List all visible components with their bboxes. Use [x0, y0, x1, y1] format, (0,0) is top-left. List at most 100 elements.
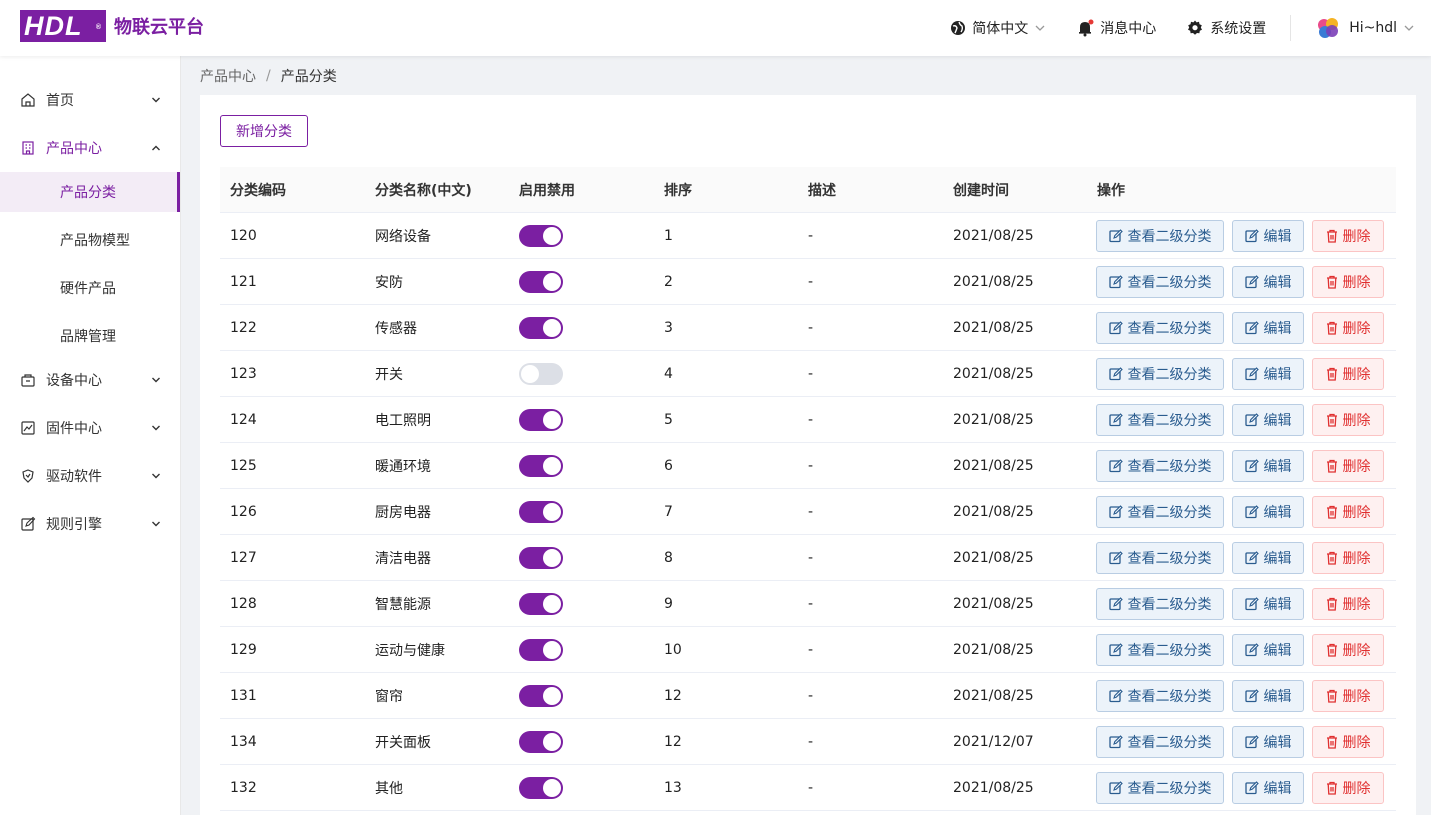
view-subcategory-button[interactable]: 查看二级分类: [1096, 541, 1224, 574]
message-center[interactable]: 消息中心: [1076, 18, 1156, 38]
enable-toggle[interactable]: [519, 546, 563, 569]
view-subcategory-button[interactable]: 查看二级分类: [1096, 403, 1224, 436]
delete-label: 删除: [1342, 688, 1371, 705]
enable-toggle[interactable]: [519, 270, 563, 293]
message-center-label: 消息中心: [1100, 21, 1157, 37]
edit-button[interactable]: 编辑: [1232, 219, 1304, 252]
view-subcategory-button[interactable]: 查看二级分类: [1096, 587, 1224, 620]
avatar: [1315, 15, 1341, 41]
sidebar-item-firmware-center[interactable]: 固件中心: [0, 404, 180, 452]
view-subcategory-button[interactable]: 查看二级分类: [1096, 311, 1224, 344]
sidebar-subitem-product-model[interactable]: 产品物模型: [0, 220, 180, 260]
cell-actions: 查看二级分类 编辑 删除: [1087, 495, 1396, 528]
add-category-button[interactable]: 新增分类: [220, 115, 308, 147]
delete-button[interactable]: 删除: [1312, 725, 1384, 758]
cell-description: -: [808, 641, 814, 658]
edit-button[interactable]: 编辑: [1232, 679, 1304, 712]
delete-button[interactable]: 删除: [1312, 449, 1384, 482]
sidebar-subitem-brand-management[interactable]: 品牌管理: [0, 316, 180, 356]
platform-name: 物联云平台: [114, 17, 204, 38]
sidebar-item-rule-engine[interactable]: 规则引擎: [0, 500, 180, 548]
view-subcategory-button[interactable]: 查看二级分类: [1096, 449, 1224, 482]
delete-button[interactable]: 删除: [1312, 541, 1384, 574]
edit-button[interactable]: 编辑: [1232, 725, 1304, 758]
enable-toggle[interactable]: [519, 316, 563, 339]
view-subcategory-button[interactable]: 查看二级分类: [1096, 495, 1224, 528]
edit-icon: [1244, 504, 1259, 518]
edit-icon: [1244, 734, 1259, 748]
edit-label: 编辑: [1263, 504, 1292, 521]
cell-code: 126: [230, 503, 257, 520]
delete-label: 删除: [1342, 734, 1371, 751]
edit-button[interactable]: 编辑: [1232, 633, 1304, 666]
edit-button[interactable]: 编辑: [1232, 495, 1304, 528]
sidebar-item-device-center[interactable]: 设备中心: [0, 356, 180, 404]
brand-logo[interactable]: HDL ® 物联云平台: [20, 10, 204, 42]
edit-label: 编辑: [1263, 320, 1292, 337]
trash-icon: [1326, 413, 1337, 427]
edit-button[interactable]: 编辑: [1232, 265, 1304, 298]
edit-button[interactable]: 编辑: [1232, 357, 1304, 390]
delete-label: 删除: [1342, 320, 1371, 337]
edit-button[interactable]: 编辑: [1232, 311, 1304, 344]
edit-icon: [1108, 228, 1123, 242]
enable-toggle[interactable]: [519, 224, 563, 247]
trash-icon: [1326, 597, 1337, 611]
enable-toggle[interactable]: [519, 408, 563, 431]
edit-button[interactable]: 编辑: [1232, 403, 1304, 436]
edit-button[interactable]: 编辑: [1232, 771, 1304, 804]
breadcrumb-parent[interactable]: 产品中心: [200, 66, 256, 86]
delete-button[interactable]: 删除: [1312, 219, 1384, 252]
sidebar-subitem-hardware-product[interactable]: 硬件产品: [0, 268, 180, 308]
enable-toggle[interactable]: [519, 638, 563, 661]
edit-icon: [1108, 734, 1123, 748]
view-subcategory-button[interactable]: 查看二级分类: [1096, 725, 1224, 758]
edit-icon: [1244, 642, 1259, 656]
view-subcategory-button[interactable]: 查看二级分类: [1096, 633, 1224, 666]
bell-icon: [1076, 19, 1094, 37]
delete-button[interactable]: 删除: [1312, 771, 1384, 804]
table-row: 121 安防 2 - 2021/08/25 查看二级分类 编辑 删除: [220, 259, 1396, 305]
enable-toggle[interactable]: [519, 362, 563, 385]
view-subcategory-button[interactable]: 查看二级分类: [1096, 265, 1224, 298]
cell-code: 128: [230, 595, 257, 612]
enable-toggle[interactable]: [519, 776, 563, 799]
delete-label: 删除: [1342, 228, 1371, 245]
delete-button[interactable]: 删除: [1312, 403, 1384, 436]
enable-toggle[interactable]: [519, 684, 563, 707]
trash-icon: [1326, 551, 1337, 565]
delete-button[interactable]: 删除: [1312, 633, 1384, 666]
table-row: 132 其他 13 - 2021/08/25 查看二级分类 编辑 删除: [220, 765, 1396, 811]
view-subcategory-button[interactable]: 查看二级分类: [1096, 357, 1224, 390]
edit-button[interactable]: 编辑: [1232, 541, 1304, 574]
enable-toggle[interactable]: [519, 730, 563, 753]
table-row: 123 开关 4 - 2021/08/25 查看二级分类 编辑 删除: [220, 351, 1396, 397]
sidebar-item-product-center[interactable]: 产品中心: [0, 124, 180, 172]
view-subcategory-button[interactable]: 查看二级分类: [1096, 219, 1224, 252]
sidebar-item-driver-software[interactable]: 驱动软件: [0, 452, 180, 500]
delete-button[interactable]: 删除: [1312, 679, 1384, 712]
edit-icon: [1108, 550, 1123, 564]
system-settings[interactable]: 系统设置: [1186, 18, 1266, 38]
cell-name: 传感器: [375, 320, 417, 337]
enable-toggle[interactable]: [519, 454, 563, 477]
edit-label: 编辑: [1263, 688, 1292, 705]
delete-button[interactable]: 删除: [1312, 587, 1384, 620]
delete-button[interactable]: 删除: [1312, 357, 1384, 390]
user-menu[interactable]: Hi~hdl: [1315, 15, 1415, 41]
delete-button[interactable]: 删除: [1312, 495, 1384, 528]
enable-toggle[interactable]: [519, 592, 563, 615]
view-subcategory-button[interactable]: 查看二级分类: [1096, 679, 1224, 712]
sidebar-item-home[interactable]: 首页: [0, 76, 180, 124]
edit-button[interactable]: 编辑: [1232, 449, 1304, 482]
enable-toggle[interactable]: [519, 500, 563, 523]
building-icon: [20, 140, 36, 156]
delete-button[interactable]: 删除: [1312, 311, 1384, 344]
sidebar-subitem-product-category[interactable]: 产品分类: [0, 172, 180, 212]
language-selector[interactable]: 简体中文: [950, 18, 1046, 38]
delete-button[interactable]: 删除: [1312, 265, 1384, 298]
edit-button[interactable]: 编辑: [1232, 587, 1304, 620]
cell-name: 其他: [375, 780, 403, 797]
edit-label: 编辑: [1263, 458, 1292, 475]
view-subcategory-button[interactable]: 查看二级分类: [1096, 771, 1224, 804]
